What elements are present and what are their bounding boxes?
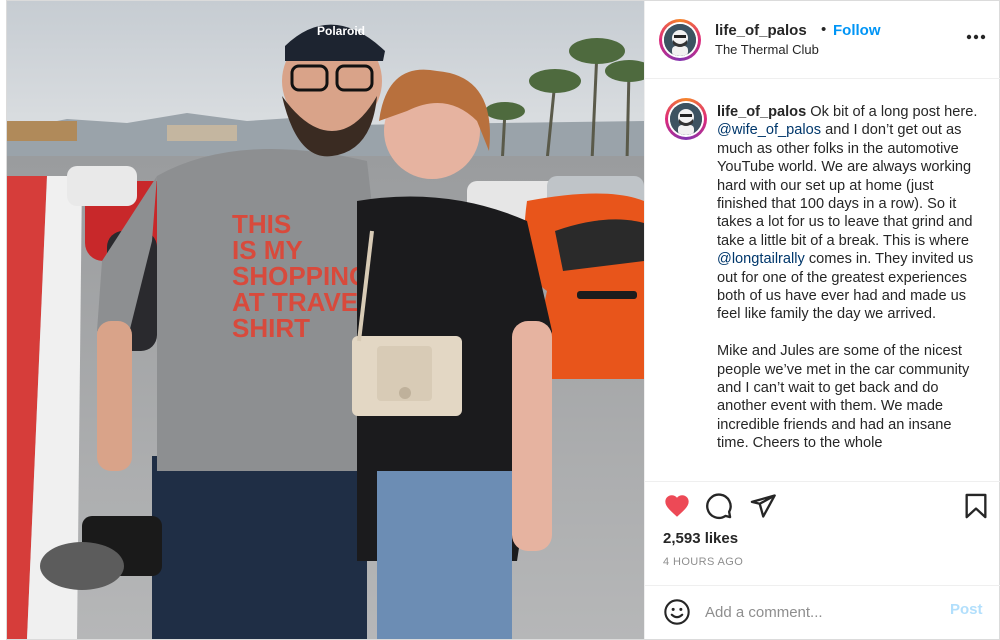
bookmark-icon[interactable] — [962, 492, 990, 520]
post-photo-illustration: Polaroid THIS IS MY SHOPPING AT TRAVEL S… — [7, 1, 644, 639]
paper-plane-icon[interactable] — [749, 492, 777, 520]
more-options-icon[interactable] — [965, 25, 987, 49]
heart-filled-icon[interactable] — [663, 492, 691, 520]
more-options-dots-icon — [966, 34, 986, 40]
mention-wife-of-palos[interactable]: @wife_of_palos — [717, 122, 821, 138]
caption-paragraph-2: Mike and Jules are some of the nicest pe… — [717, 343, 970, 452]
header-separator: • — [821, 21, 827, 38]
emoji-smiley-shape — [664, 599, 690, 625]
header-username[interactable]: life_of_palos — [715, 22, 807, 39]
post-comment-button[interactable]: Post — [950, 601, 983, 618]
mention-longtailrally[interactable]: @longtailrally — [717, 251, 805, 267]
post-photo[interactable]: Polaroid THIS IS MY SHOPPING AT TRAVEL S… — [7, 1, 644, 639]
caption-avatar-image — [670, 103, 702, 135]
likes-count[interactable]: 2,593 likes — [663, 530, 738, 547]
caption-text-part-2: and I don’t get out as much as other fol… — [717, 122, 973, 249]
post-sidebar: life_of_palos • Follow The Thermal Club — [644, 1, 1000, 639]
emoji-icon[interactable] — [663, 598, 691, 626]
post-timestamp[interactable]: 4 HOURS AGO — [663, 556, 743, 568]
post-actions: 2,593 likes 4 HOURS AGO — [645, 481, 1000, 585]
share-plane-shape — [750, 494, 776, 518]
post-caption: life_of_palos Ok bit of a long post here… — [645, 79, 1000, 481]
cap-logo-text: Polaroid — [317, 24, 365, 38]
save-bookmark-shape — [965, 493, 987, 519]
comment-input[interactable] — [705, 600, 935, 624]
avatar-image — [664, 24, 696, 56]
caption-text-part-1: Ok bit of a long post here. — [810, 104, 978, 120]
like-heart-shape — [665, 495, 689, 517]
location-link[interactable]: The Thermal Club — [715, 42, 819, 57]
follow-button[interactable]: Follow — [833, 22, 881, 39]
caption-avatar[interactable] — [665, 98, 707, 140]
comment-bar: Post — [645, 585, 1000, 639]
shirt-line-5: SHIRT — [232, 313, 310, 343]
profile-illustration-icon — [664, 24, 696, 56]
caption-text: life_of_palos Ok bit of a long post here… — [717, 103, 987, 453]
comment-bubble-shape — [706, 493, 732, 519]
post-header: life_of_palos • Follow The Thermal Club — [645, 1, 1000, 79]
caption-username[interactable]: life_of_palos — [717, 104, 806, 120]
profile-illustration-icon — [670, 103, 702, 135]
avatar[interactable] — [659, 19, 701, 61]
comment-bubble-icon[interactable] — [705, 492, 733, 520]
caption-paragraph-1: life_of_palos Ok bit of a long post here… — [717, 103, 987, 324]
instagram-post: Polaroid THIS IS MY SHOPPING AT TRAVEL S… — [6, 0, 1000, 640]
